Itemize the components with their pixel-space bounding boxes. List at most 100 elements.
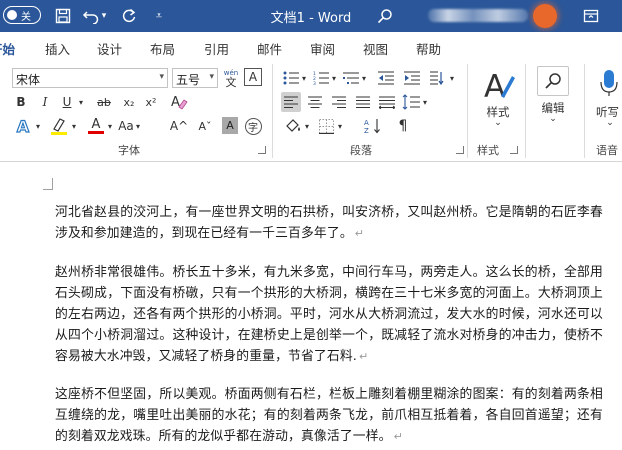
sort-icon: AZ (364, 119, 380, 134)
strikethrough-icon: ab (97, 95, 111, 109)
line-spacing-button[interactable] (401, 92, 421, 112)
editing-dropdown-icon[interactable]: ⌄ (547, 114, 559, 124)
font-group-label: 字体 (118, 144, 140, 157)
paragraph-mark-icon: ↵ (359, 350, 369, 363)
editing-button[interactable] (537, 66, 569, 96)
strikethrough-button[interactable]: ab (93, 92, 115, 112)
bullets-dropdown-icon[interactable]: ▾ (300, 68, 308, 88)
shading-dropdown-icon[interactable]: ▾ (303, 116, 311, 136)
align-right-button[interactable] (329, 92, 349, 112)
decrease-indent-button[interactable] (376, 68, 396, 88)
subscript-button[interactable]: x₂ (119, 92, 139, 112)
distributed-icon (379, 96, 395, 109)
multilevel-dropdown-icon[interactable]: ▾ (360, 68, 368, 88)
dictate-button[interactable] (597, 68, 621, 98)
undo-dropdown-icon[interactable]: ▾ (98, 5, 110, 27)
justify-button[interactable] (353, 92, 373, 112)
search-icon[interactable] (374, 5, 396, 27)
borders-button[interactable] (316, 116, 336, 136)
show-formatting-marks-button[interactable]: ¶ (392, 116, 414, 136)
avatar[interactable] (533, 4, 557, 28)
bold-button[interactable]: B (12, 92, 30, 112)
highlight-dropdown-icon[interactable]: ▾ (70, 116, 78, 136)
chevron-down-icon: ▾ (159, 72, 164, 82)
svg-text:A: A (364, 119, 369, 127)
document-canvas[interactable]: 河北省赵县的洨河上，有一座世界文明的石拱桥，叫安济桥，又叫赵州桥。它是隋朝的石匠… (0, 162, 622, 450)
font-color-button[interactable]: A (86, 116, 106, 136)
document-paragraph[interactable]: 赵州桥非常很雄伟。桥长五十多米，有九米多宽，中间行车马，两旁走人。这么长的桥，全… (55, 262, 603, 367)
clear-formatting-icon: A (171, 95, 188, 110)
grow-font-button[interactable]: A^ (168, 116, 190, 136)
underline-icon: U (62, 95, 72, 109)
tab-help[interactable]: 帮助 (416, 39, 441, 58)
clear-formatting-button[interactable]: A (168, 92, 190, 112)
document-paragraph[interactable]: 河北省赵县的洨河上，有一座世界文明的石拱桥，叫安济桥，又叫赵州桥。它是隋朝的石匠… (55, 202, 603, 244)
change-case-button[interactable]: Aa (118, 116, 134, 136)
redo-icon[interactable] (118, 5, 140, 27)
align-center-icon (308, 96, 322, 108)
numbering-button[interactable]: 123 (312, 68, 330, 88)
paragraph-dialog-launcher-icon[interactable] (456, 146, 464, 154)
svg-text:A: A (171, 95, 180, 110)
increase-indent-button[interactable] (402, 68, 422, 88)
align-left-icon (284, 96, 298, 108)
align-center-button[interactable] (305, 92, 325, 112)
font-color-dropdown-icon[interactable]: ▾ (106, 116, 114, 136)
character-shading-icon: A (226, 119, 234, 132)
paragraph-group-label: 段落 (350, 144, 372, 157)
dictate-dropdown-icon[interactable]: ⌄ (604, 118, 616, 128)
phonetic-guide-button[interactable]: wén 文 (222, 66, 240, 90)
distributed-button[interactable] (377, 92, 397, 112)
styles-button[interactable]: A (478, 66, 518, 106)
tab-view[interactable]: 视图 (363, 39, 388, 58)
save-icon[interactable] (52, 5, 74, 27)
highlight-button[interactable] (48, 116, 70, 136)
italic-button[interactable]: I (36, 92, 54, 112)
tab-references[interactable]: 引用 (204, 39, 229, 58)
text-effects-button[interactable]: A (12, 116, 34, 136)
shading-button[interactable] (283, 116, 303, 136)
phonetic-bottom: 文 (225, 76, 237, 89)
user-name-blurred[interactable] (428, 9, 528, 22)
bullets-button[interactable] (282, 68, 300, 88)
sort-button[interactable]: AZ (362, 116, 384, 136)
line-spacing-dropdown-icon[interactable]: ▾ (421, 92, 429, 112)
underline-button[interactable]: U (58, 92, 76, 112)
group-separator (467, 64, 468, 158)
tab-mailings[interactable]: 邮件 (257, 39, 282, 58)
enclose-characters-button[interactable]: 字 (243, 116, 263, 136)
superscript-button[interactable]: x² (141, 92, 161, 112)
font-name-combo[interactable]: 宋体 ▾ (12, 68, 168, 88)
styles-dialog-launcher-icon[interactable] (510, 146, 518, 154)
font-size-combo[interactable]: 五号 ▾ (172, 68, 218, 88)
bullets-icon (283, 71, 299, 85)
underline-dropdown-icon[interactable]: ▾ (76, 92, 86, 112)
autosave-toggle[interactable]: 关 (3, 6, 41, 24)
tab-home[interactable]: 开始 (0, 39, 16, 65)
decrease-indent-icon (378, 71, 394, 85)
tab-review[interactable]: 审阅 (310, 39, 335, 58)
change-case-dropdown-icon[interactable]: ▾ (134, 116, 142, 136)
styles-dropdown-icon[interactable]: ⌄ (492, 118, 504, 128)
character-border-button[interactable]: A (244, 68, 262, 86)
tab-layout[interactable]: 布局 (150, 39, 175, 58)
shrink-font-button[interactable]: Aˇ (194, 116, 216, 136)
tab-insert[interactable]: 插入 (45, 39, 70, 58)
tab-design[interactable]: 设计 (97, 39, 122, 58)
customize-toolbar-icon[interactable]: ⩡ (148, 5, 170, 27)
borders-icon (318, 118, 334, 134)
align-right-icon (332, 96, 346, 108)
chinese-layout-button[interactable] (428, 68, 448, 88)
ribbon-display-options-icon[interactable] (580, 5, 602, 27)
document-paragraph[interactable]: 这座桥不但坚固，所以美观。桥面两侧有石栏，栏板上雕刻着棚里糊涂的图案：有的刻着两… (55, 384, 603, 447)
multilevel-list-button[interactable] (342, 68, 360, 88)
numbering-dropdown-icon[interactable]: ▾ (330, 68, 338, 88)
character-shading-button[interactable]: A (222, 117, 238, 134)
chinese-layout-dropdown-icon[interactable]: ▾ (448, 68, 456, 88)
borders-dropdown-icon[interactable]: ▾ (336, 116, 344, 136)
paint-bucket-icon (286, 119, 300, 132)
text-effects-dropdown-icon[interactable]: ▾ (34, 116, 42, 136)
paragraph-text: 赵州桥非常很雄伟。桥长五十多米，有九米多宽，中间行车马，两旁走人。这么长的桥，全… (55, 265, 603, 364)
align-left-button[interactable] (281, 92, 301, 112)
font-dialog-launcher-icon[interactable] (258, 146, 266, 154)
